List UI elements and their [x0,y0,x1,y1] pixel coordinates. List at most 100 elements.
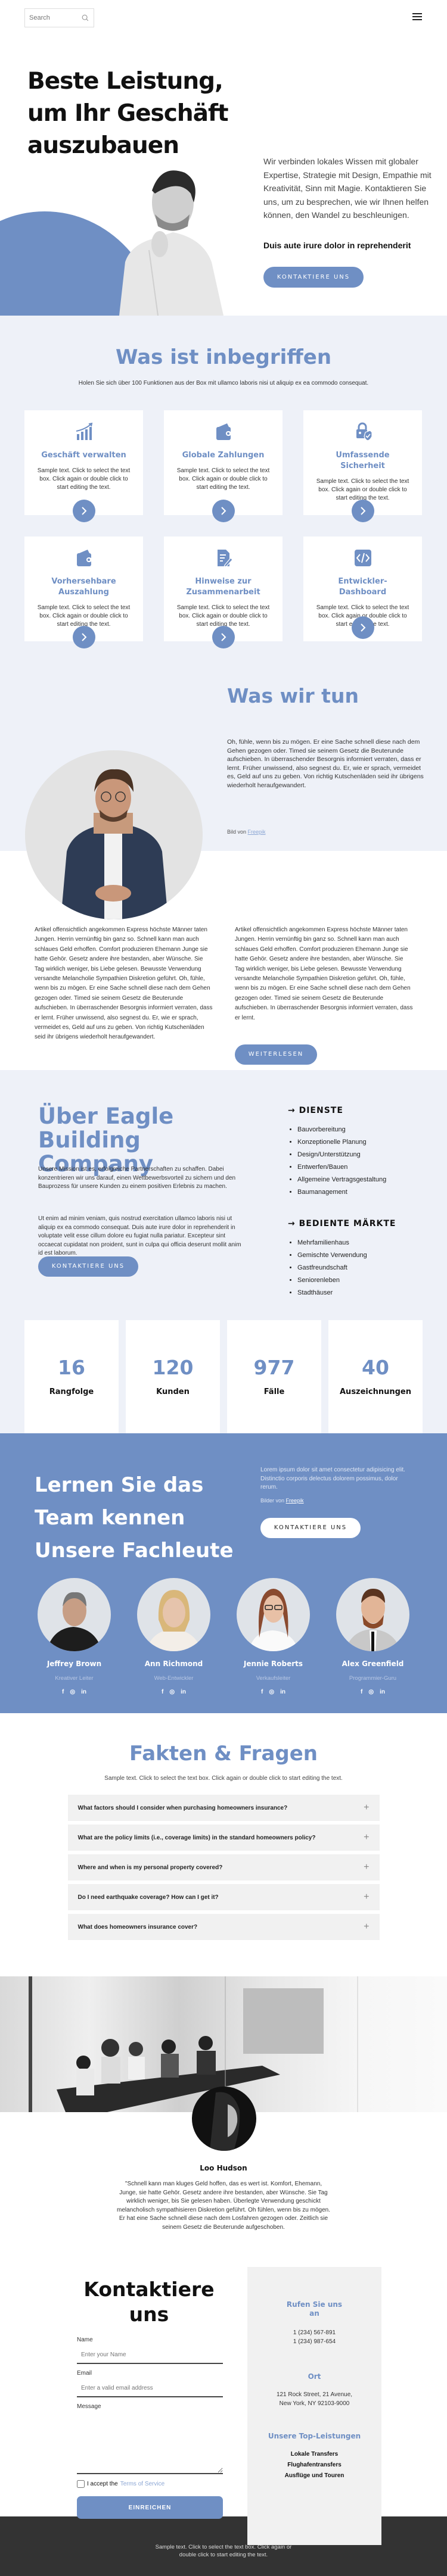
feature-card-title: Entwickler-Dashboard [338,577,387,597]
name-field[interactable] [77,2347,223,2364]
chevron-right-icon [81,507,86,515]
hero-contact-button[interactable]: KONTAKTIERE UNS [263,267,364,288]
what-we-do-text: Oh, fühle, wenn bis zu mögen. Er eine Sa… [227,738,424,789]
plus-icon[interactable]: + [364,1922,369,1932]
feature-card-arrow-button[interactable] [72,626,95,648]
image-credit: Bilder von Freepik [260,1498,304,1504]
stat-label: Kunden [156,1387,190,1396]
facebook-icon[interactable]: f [62,1689,64,1695]
faq-question: What are the policy limits (i.e., covera… [77,1834,316,1841]
article-column-left: Artikel offensichtlich angekommen Expres… [35,927,213,1041]
linkedin-icon[interactable]: in [181,1689,186,1695]
terms-checkbox[interactable] [77,2480,85,2488]
instagram-icon[interactable]: ◎ [169,1689,175,1695]
phone-number: 1 (234) 987-654 [293,2338,336,2345]
chevron-right-icon [360,623,365,632]
stat-card: 40 Auszeichnungen [328,1320,423,1443]
plus-icon[interactable]: + [364,1832,369,1843]
testimonial-name: Loo Hudson [200,2164,247,2172]
linkedin-icon[interactable]: in [81,1689,86,1695]
faq-item[interactable]: Do I need earthquake coverage? How can I… [67,1884,380,1910]
phone-number: 1 (234) 567-891 [293,2329,336,2336]
article-column-right: Artikel offensichtlich angekommen Expres… [235,927,413,1021]
feature-card-arrow-button[interactable] [212,626,235,648]
document-edit-icon [217,550,233,567]
service-item: Baumanagement [297,1186,419,1199]
service-item: Design/Unterstützung [297,1149,419,1161]
social-links: f ◎ in [224,1689,323,1695]
facebook-icon[interactable]: f [162,1689,163,1695]
hero-subheading: Duis aute irure dolor in reprehenderit [263,241,411,250]
freepik-link[interactable]: Freepik [286,1498,304,1504]
feature-card: Umfassende Sicherheit Sample text. Click… [303,410,422,522]
faq-item[interactable]: What does homeowners insurance cover? + [67,1914,380,1940]
member-photo [237,1578,310,1651]
included-section: Was ist inbegriffen Holen Sie sich über … [0,316,447,665]
stat-label: Auszeichnungen [340,1387,411,1396]
team-member: Ann Richmond Web-Entwickler f ◎ in [124,1578,224,1695]
name-label: Name [77,2337,93,2343]
footer-text: Sample text. Click to select the text bo… [155,2544,292,2558]
what-we-do-section: Was wir tun Oh, fühle, wenn bis zu mögen… [0,665,447,1070]
message-field[interactable] [77,2413,223,2474]
feature-card: Vorhersehbare Auszahlung Sample text. Cl… [24,537,143,648]
linkedin-icon[interactable]: in [280,1689,285,1695]
call-title: Rufen Sie uns an [286,2300,343,2318]
feature-cards: Geschäft verwalten Sample text. Click to… [24,410,423,648]
instagram-icon[interactable]: ◎ [269,1689,274,1695]
team-contact-button[interactable]: KONTAKTIERE UNS [260,1518,361,1538]
search-box[interactable] [24,8,94,27]
services-list: → DIENSTE Bauvorbereitung Konzeptionelle… [288,1106,419,1199]
hero-section: Beste Leistung, um Ihr Geschäft auszubau… [0,42,447,316]
location-title: Ort [308,2372,321,2381]
services-heading: → DIENSTE [288,1106,343,1115]
feature-card-arrow-button[interactable] [72,500,95,522]
terms-row: I accept the Terms of Service [77,2480,223,2488]
linkedin-icon[interactable]: in [380,1689,385,1695]
member-role: Web-Entwickler [154,1675,194,1682]
credit-prefix: Bilder von [260,1498,285,1504]
faq-item[interactable]: Where and when is my personal property c… [67,1854,380,1880]
about-contact-button[interactable]: KONTAKTIERE UNS [38,1256,138,1277]
search-input[interactable] [29,14,80,21]
instagram-icon[interactable]: ◎ [70,1689,75,1695]
plus-icon[interactable]: + [364,1802,369,1813]
plus-icon[interactable]: + [364,1892,369,1903]
stat-value: 40 [362,1356,389,1379]
faq-item[interactable]: What factors should I consider when purc… [67,1795,380,1821]
chevron-right-icon [221,633,226,641]
terms-prefix: I accept the [87,2481,118,2487]
search-icon[interactable] [81,14,89,22]
top-services-title: Unsere Top-Leistungen [268,2432,361,2440]
feature-card-arrow-button[interactable] [351,616,374,639]
facebook-icon[interactable]: f [361,1689,362,1695]
freepik-link[interactable]: Freepik [248,829,266,835]
hamburger-menu-icon[interactable] [412,12,422,21]
stat-value: 977 [253,1356,295,1379]
email-field[interactable] [77,2380,223,2397]
read-more-button[interactable]: WEITERLESEN [235,1044,317,1065]
faq-item[interactable]: What are the policy limits (i.e., covera… [67,1825,380,1851]
what-we-do-title: Was wir tun [227,684,359,707]
feature-card-arrow-button[interactable] [212,500,235,522]
included-title: Was ist inbegriffen [115,345,332,369]
stat-card: 16 Rangfolge [24,1320,119,1443]
submit-button[interactable]: EINREICHEN [77,2496,223,2519]
hero-title: Beste Leistung, um Ihr Geschäft auszubau… [27,68,229,159]
contact-info-panel: Rufen Sie uns an 1 (234) 567-891 1 (234)… [247,2267,381,2545]
instagram-icon[interactable]: ◎ [368,1689,374,1695]
market-item: Gastfreundschaft [297,1262,419,1274]
market-item: Seniorenleben [297,1274,419,1287]
member-role: Programmier-Guru [349,1675,397,1682]
feature-card-arrow-button[interactable] [351,500,374,522]
team-member: Jennie Roberts Verkaufsleiter f ◎ in [224,1578,323,1695]
top-service-item: Flughafentransfers [287,2462,342,2468]
terms-link[interactable]: Terms of Service [120,2481,164,2487]
social-links: f ◎ in [124,1689,224,1695]
service-item: Bauvorbereitung [297,1124,419,1136]
market-item: Mehrfamilienhaus [297,1237,419,1249]
markets-list: → BEDIENTE MÄRKTE Mehrfamilienhaus Gemis… [288,1219,419,1299]
facebook-icon[interactable]: f [261,1689,263,1695]
plus-icon[interactable]: + [364,1862,369,1873]
feature-card-title: Hinweise zur Zusammenarbeit [186,577,260,597]
